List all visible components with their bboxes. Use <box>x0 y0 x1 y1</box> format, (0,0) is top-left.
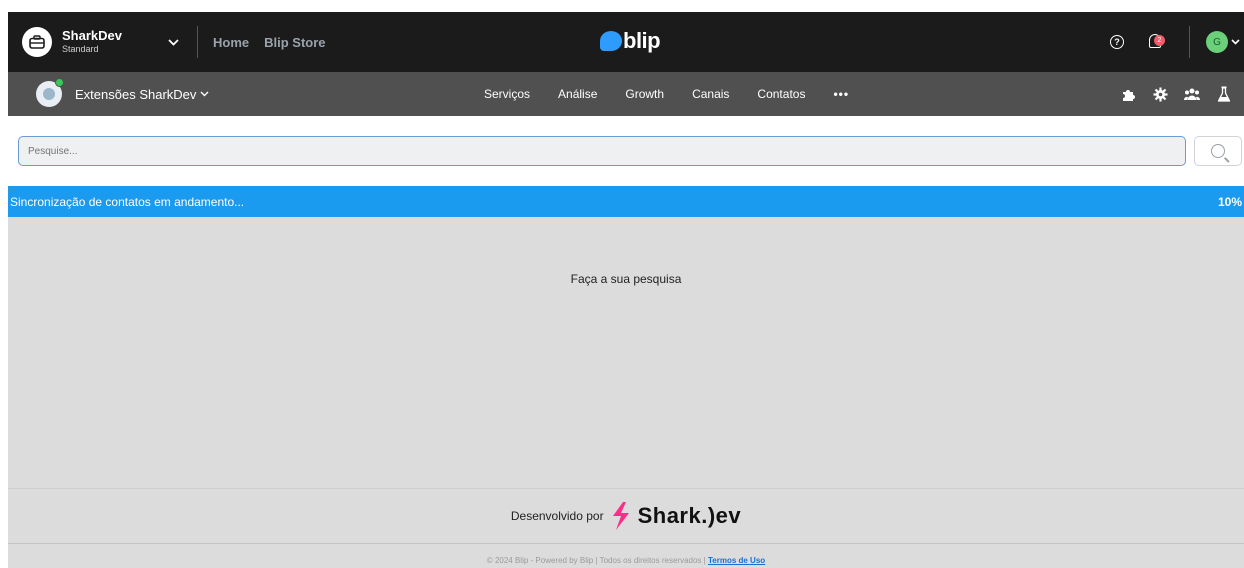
divider <box>1189 26 1190 58</box>
menu-item-canais[interactable]: Canais <box>692 87 729 101</box>
menu-item-growth[interactable]: Growth <box>625 87 664 101</box>
account-plan: Standard <box>62 44 99 55</box>
account-text: SharkDev Standard <box>62 27 122 55</box>
developer-footer: Desenvolvido por Shark.)ev <box>8 488 1244 544</box>
menu-item-analise[interactable]: Análise <box>558 87 597 101</box>
divider <box>196 26 198 58</box>
logo-text: blip <box>623 28 661 53</box>
team-icon[interactable] <box>1184 86 1200 102</box>
blip-logo[interactable]: blip <box>600 28 661 54</box>
chevron-down-icon[interactable] <box>1231 39 1240 45</box>
menu-item-contatos[interactable]: Contatos <box>757 87 805 101</box>
search-bar <box>18 136 1244 166</box>
chevron-down-icon[interactable] <box>168 38 179 46</box>
search-button[interactable] <box>1194 136 1242 166</box>
bot-avatar[interactable] <box>36 78 64 107</box>
chevron-down-icon[interactable] <box>200 91 209 97</box>
sync-progress-label: 10% <box>1217 194 1242 209</box>
account-name: SharkDev <box>62 27 122 43</box>
terms-link[interactable]: Termos de Uso <box>708 556 765 565</box>
bot-menu: Serviços Análise Growth Canais Contatos … <box>484 72 849 116</box>
empty-state-message: Faça a sua pesquisa <box>570 272 682 286</box>
legal-footer: © 2024 Blip - Powered by Blip | Todos os… <box>8 544 1244 568</box>
bot-navbar: Extensões SharkDev Serviços Análise Grow… <box>8 72 1244 116</box>
sharkdev-logo-text[interactable]: Shark.)ev <box>638 503 742 529</box>
sync-progress-bar: Sincronização de contatos em andamento..… <box>8 186 1244 217</box>
developed-by-label: Desenvolvido por <box>510 509 604 523</box>
results-area: Faça a sua pesquisa <box>8 217 1244 488</box>
blip-bubble-icon <box>600 31 622 51</box>
nav-link-blip-store[interactable]: Blip Store <box>264 35 325 50</box>
notifications-button[interactable]: 2 <box>1149 33 1167 51</box>
bot-actions <box>1104 72 1232 116</box>
top-right-actions: ? 2 G <box>1110 12 1244 72</box>
help-icon[interactable]: ? <box>1110 35 1124 49</box>
copyright-text: © 2024 Blip - Powered by Blip | Todos os… <box>486 556 706 565</box>
sharkdev-bolt-icon <box>612 502 629 530</box>
more-menu-button[interactable]: ••• <box>833 87 849 101</box>
flask-icon[interactable] <box>1216 86 1232 102</box>
account-switcher[interactable]: SharkDev Standard <box>22 27 179 57</box>
gear-icon[interactable] <box>1152 86 1168 102</box>
nav-link-home[interactable]: Home <box>213 35 249 50</box>
search-icon <box>1211 144 1225 158</box>
page: SharkDev Standard Home Blip Store blip ?… <box>0 0 1244 568</box>
bot-name[interactable]: Extensões SharkDev <box>75 87 196 102</box>
search-input[interactable] <box>18 136 1186 166</box>
bot-image <box>43 88 55 100</box>
user-avatar[interactable]: G <box>1206 31 1228 53</box>
menu-item-servicos[interactable]: Serviços <box>484 87 530 101</box>
puzzle-icon[interactable] <box>1120 86 1136 102</box>
top-header: SharkDev Standard Home Blip Store blip ?… <box>8 12 1244 72</box>
online-status-icon <box>55 78 64 87</box>
sync-status-text: Sincronização de contatos em andamento..… <box>10 194 245 209</box>
briefcase-icon <box>22 27 52 57</box>
notification-badge: 2 <box>1154 35 1165 46</box>
